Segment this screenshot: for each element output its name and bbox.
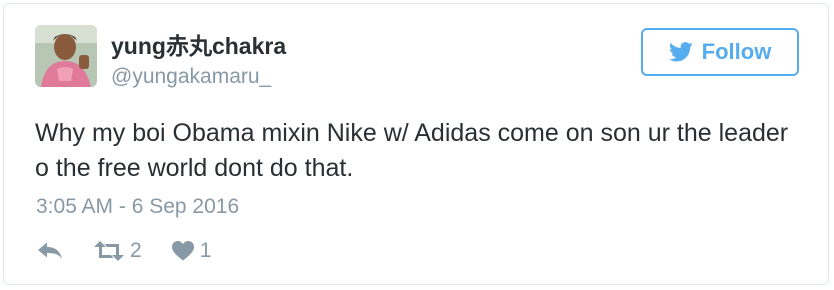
- tweet-timestamp[interactable]: 3:05 AM - 6 Sep 2016: [36, 194, 239, 220]
- tweet-actions: 2 1: [38, 236, 211, 266]
- follow-button[interactable]: Follow: [641, 28, 799, 76]
- heart-icon: [171, 241, 194, 261]
- retweet-icon: [94, 241, 124, 261]
- avatar[interactable]: [35, 25, 97, 87]
- twitter-bird-icon: [668, 42, 693, 62]
- avatar-image: [35, 25, 97, 87]
- tweet-text: Why my boi Obama mixin Nike w/ Adidas co…: [35, 119, 789, 182]
- like-button[interactable]: 1: [171, 238, 212, 264]
- retweet-count: 2: [130, 239, 142, 262]
- reply-button[interactable]: [38, 242, 62, 260]
- user-handle[interactable]: @yungakamaru_: [111, 64, 271, 90]
- retweet-button[interactable]: 2: [94, 238, 142, 264]
- follow-label: Follow: [701, 39, 772, 64]
- like-count: 1: [199, 239, 212, 262]
- reply-icon: [38, 242, 62, 260]
- tweet-card: yung赤丸chakra @yungakamaru_ Follow Why my…: [3, 3, 829, 285]
- display-name[interactable]: yung赤丸chakra: [111, 32, 286, 60]
